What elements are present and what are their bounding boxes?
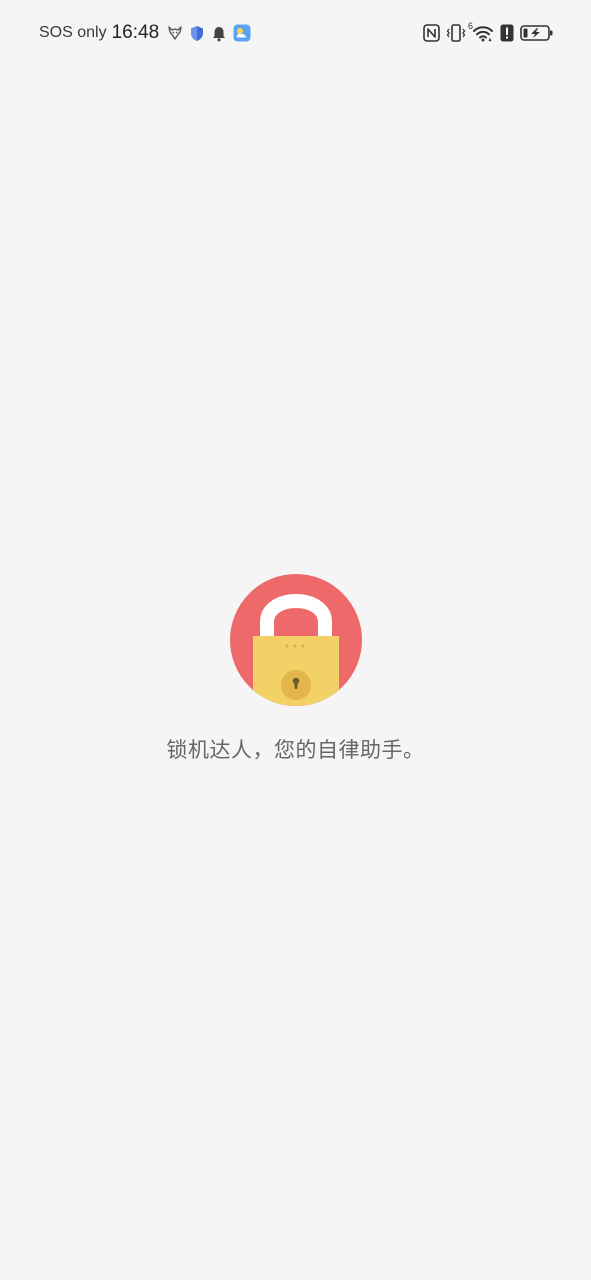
bell-icon [211,25,227,42]
nfc-icon [423,24,440,42]
vibrate-icon [446,24,466,42]
wifi-badge: 6 [468,21,474,31]
splash-screen: SOS only 16:48 6 锁机达人，您的自律助手。 [0,0,591,1280]
battery-charging-icon [520,24,554,42]
app-tagline: 锁机达人，您的自律助手。 [166,738,425,762]
splash-content: 锁机达人，您的自律助手。 [0,574,591,764]
wifi-icon: 6 [468,21,494,42]
wolf-icon [167,25,183,41]
weather-icon [233,24,251,42]
status-bar-left: SOS only 16:48 [39,20,257,46]
network-status-text: SOS only [39,24,107,41]
shield-icon [189,25,205,42]
padlock-icon [229,574,362,706]
clock-time: 16:48 [111,22,160,43]
status-bar-right: 6 [417,20,554,46]
status-bar: SOS only 16:48 6 [0,0,591,66]
alert-icon [500,24,514,42]
